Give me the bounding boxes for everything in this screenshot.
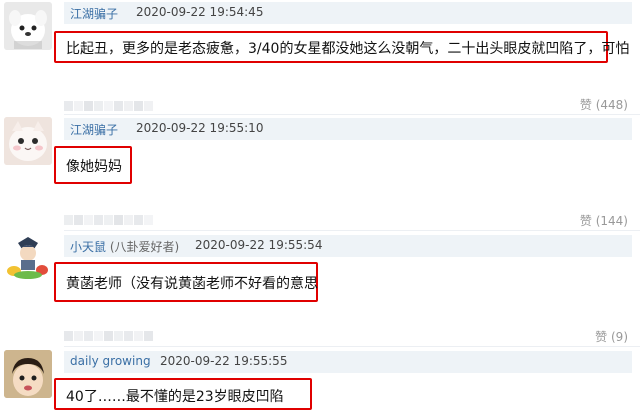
like-count: (144) xyxy=(595,214,628,228)
like-button[interactable]: 赞 (144) xyxy=(580,212,628,229)
like-label: 赞 xyxy=(579,214,592,228)
comment-header: 江湖骗子 2020-09-22 19:54:45 xyxy=(64,2,632,24)
like-button[interactable]: 赞 (9) xyxy=(595,328,628,345)
username-link[interactable]: 小天鼠 (八卦爱好者) xyxy=(70,238,179,255)
username-link[interactable]: daily growing xyxy=(70,354,151,368)
comment-time: 2020-09-22 19:55:10 xyxy=(136,121,264,135)
comment-text: 黄菡老师（没有说黄菡老师不好看的意思 xyxy=(66,276,318,292)
avatar[interactable] xyxy=(4,233,52,281)
comment-header: 江湖骗子 2020-09-22 19:55:10 xyxy=(64,118,632,140)
comment-text: 像她妈妈 xyxy=(66,159,122,175)
comment-text: 40了……最不懂的是23岁眼皮凹陷 xyxy=(66,389,284,405)
avatar[interactable] xyxy=(4,117,52,165)
blurred-reply-area xyxy=(64,96,158,111)
comment-header: daily growing 2020-09-22 19:55:55 xyxy=(64,351,632,373)
avatar[interactable] xyxy=(4,2,52,50)
avatar[interactable] xyxy=(4,350,52,398)
user-tag: (八卦爱好者) xyxy=(109,240,180,254)
divider xyxy=(64,346,640,347)
comment-time: 2020-09-22 19:55:55 xyxy=(160,354,288,368)
divider xyxy=(64,230,640,231)
username-text: 小天鼠 xyxy=(70,240,107,254)
like-button[interactable]: 赞 (448) xyxy=(580,96,628,113)
like-count: (9) xyxy=(611,330,628,344)
like-count: (448) xyxy=(595,98,628,112)
comment-text: 比起丑，更多的是老态疲惫，3/40的女星都没她这么没朝气，二十出头眼皮就凹陷了，… xyxy=(66,41,630,57)
blurred-reply-area xyxy=(64,326,158,341)
comment-time: 2020-09-22 19:55:54 xyxy=(195,238,323,252)
like-label: 赞 xyxy=(579,98,592,112)
comment-time: 2020-09-22 19:54:45 xyxy=(136,5,264,19)
blurred-reply-area xyxy=(64,210,158,225)
username-link[interactable]: 江湖骗子 xyxy=(70,5,118,22)
divider xyxy=(64,114,640,115)
comment-header: 小天鼠 (八卦爱好者) 2020-09-22 19:55:54 xyxy=(64,235,632,257)
like-label: 赞 xyxy=(595,330,608,344)
username-link[interactable]: 江湖骗子 xyxy=(70,121,118,138)
